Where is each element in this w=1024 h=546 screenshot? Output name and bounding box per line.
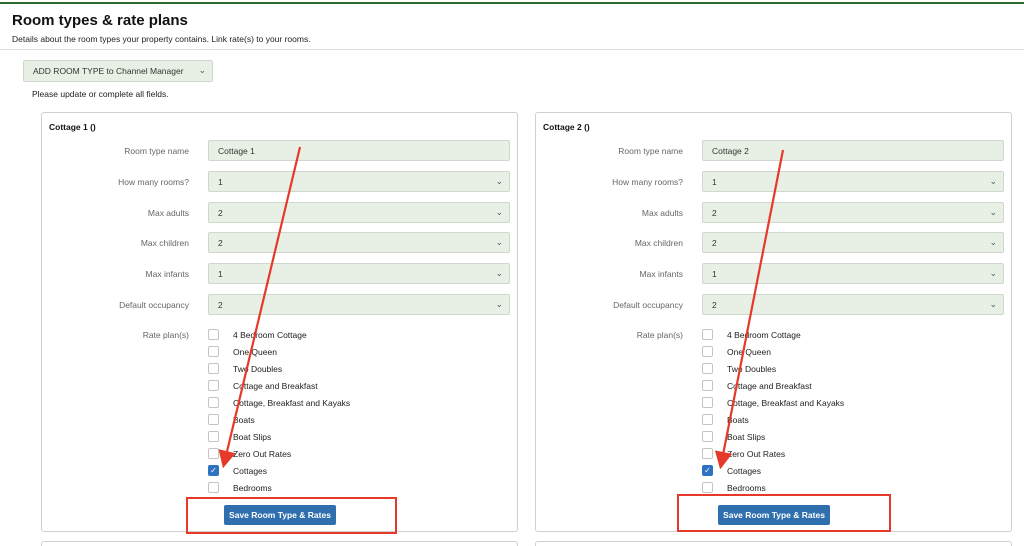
annotation-arrows	[218, 146, 785, 470]
annotation-arrow	[218, 146, 302, 469]
annotation-arrow	[714, 149, 785, 470]
